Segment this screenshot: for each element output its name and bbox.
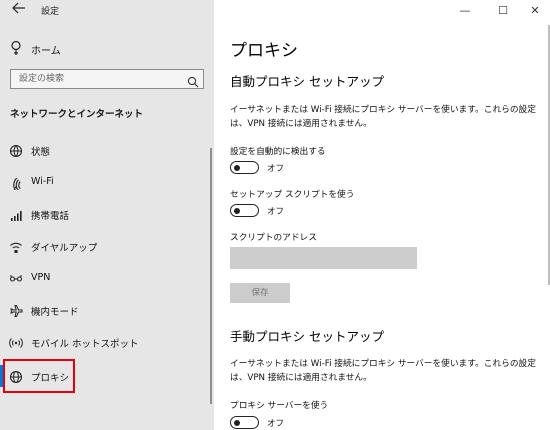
use-proxy-toggle[interactable] bbox=[230, 416, 259, 429]
sidebar-item-airplane[interactable]: 機内モード bbox=[0, 295, 214, 325]
save-button[interactable]: 保存 bbox=[230, 283, 290, 303]
home-icon bbox=[9, 40, 23, 56]
dialup-icon bbox=[9, 239, 23, 253]
toggle-state: オフ bbox=[267, 164, 285, 174]
sidebar-item-label: ダイヤルアップ bbox=[31, 243, 98, 254]
sidebar-item-cellular[interactable]: 携帯電話 bbox=[0, 199, 214, 229]
sidebar-item-label: VPN bbox=[31, 272, 51, 283]
setup-script-toggle-row: オフ bbox=[230, 204, 310, 220]
sidebar-item-wifi[interactable]: Wi-Fi bbox=[0, 167, 214, 197]
auto-detect-toggle-row: オフ bbox=[230, 161, 310, 177]
search-icon[interactable] bbox=[187, 73, 199, 88]
auto-proxy-heading: 自動プロキシ セットアップ bbox=[230, 74, 384, 89]
cellular-icon bbox=[9, 207, 23, 221]
auto-proxy-description: イーサネットまたは Wi-Fi 接続にプロキシ サーバーを使います。これらの設定… bbox=[230, 105, 536, 129]
page-title: プロキシ bbox=[230, 41, 298, 61]
script-address-field[interactable] bbox=[230, 247, 417, 269]
maximize-button[interactable]: ☐ bbox=[488, 0, 518, 22]
toggle-knob bbox=[234, 207, 240, 214]
airplane-icon bbox=[9, 303, 23, 317]
sidebar-item-dialup[interactable]: ダイヤルアップ bbox=[0, 231, 214, 261]
manual-proxy-description: イーサネットまたは Wi-Fi 接続にプロキシ サーバーを使います。これらの設定… bbox=[230, 359, 536, 383]
main-content: — ☐ ✕ プロキシ 自動プロキシ セットアップ イーサネットまたは Wi-Fi… bbox=[214, 0, 550, 430]
search-input[interactable] bbox=[11, 70, 181, 88]
section-heading: ネットワークとインターネット bbox=[10, 109, 144, 120]
setup-script-label: セットアップ スクリプトを使う bbox=[230, 190, 355, 200]
back-arrow-icon[interactable] bbox=[8, 2, 30, 20]
hotspot-icon bbox=[9, 335, 23, 349]
search-box[interactable] bbox=[10, 69, 204, 89]
minimize-button[interactable]: — bbox=[450, 0, 480, 22]
sidebar-item-hotspot[interactable]: モバイル ホットスポット bbox=[0, 327, 214, 357]
use-proxy-label: プロキシ サーバーを使う bbox=[230, 401, 329, 411]
wifi-icon bbox=[9, 175, 23, 193]
sidebar-item-label: ホーム bbox=[31, 46, 61, 57]
sidebar-item-label: 状態 bbox=[31, 147, 51, 158]
toggle-state: オフ bbox=[267, 419, 285, 429]
sidebar: 設定 ホーム ネットワークとインターネット 状態 Wi-Fi 携帯電話 bbox=[0, 0, 214, 430]
use-proxy-toggle-row: オフ bbox=[230, 416, 310, 430]
sidebar-item-vpn[interactable]: VPN bbox=[0, 263, 214, 293]
toggle-state: オフ bbox=[267, 207, 285, 217]
sidebar-item-label: 携帯電話 bbox=[31, 211, 70, 222]
sidebar-item-label: モバイル ホットスポット bbox=[31, 339, 139, 350]
setup-script-toggle[interactable] bbox=[230, 204, 259, 217]
auto-detect-toggle[interactable] bbox=[230, 161, 259, 174]
app-title: 設定 bbox=[41, 7, 60, 17]
manual-proxy-heading: 手動プロキシ セットアップ bbox=[230, 329, 384, 344]
sidebar-scrollbar[interactable] bbox=[210, 148, 212, 404]
sidebar-item-label: 機内モード bbox=[31, 307, 79, 318]
close-button[interactable]: ✕ bbox=[520, 0, 550, 22]
sidebar-item-label: Wi-Fi bbox=[31, 176, 54, 187]
auto-detect-label: 設定を自動的に検出する bbox=[230, 147, 326, 157]
sidebar-item-home[interactable]: ホーム bbox=[0, 36, 214, 62]
highlight-annotation bbox=[3, 359, 75, 393]
sidebar-item-status[interactable]: 状態 bbox=[0, 135, 214, 165]
vpn-icon bbox=[9, 271, 23, 285]
toggle-knob bbox=[234, 419, 240, 426]
toggle-knob bbox=[234, 164, 240, 171]
script-address-label: スクリプトのアドレス bbox=[230, 233, 317, 243]
globe-status-icon bbox=[9, 143, 23, 158]
